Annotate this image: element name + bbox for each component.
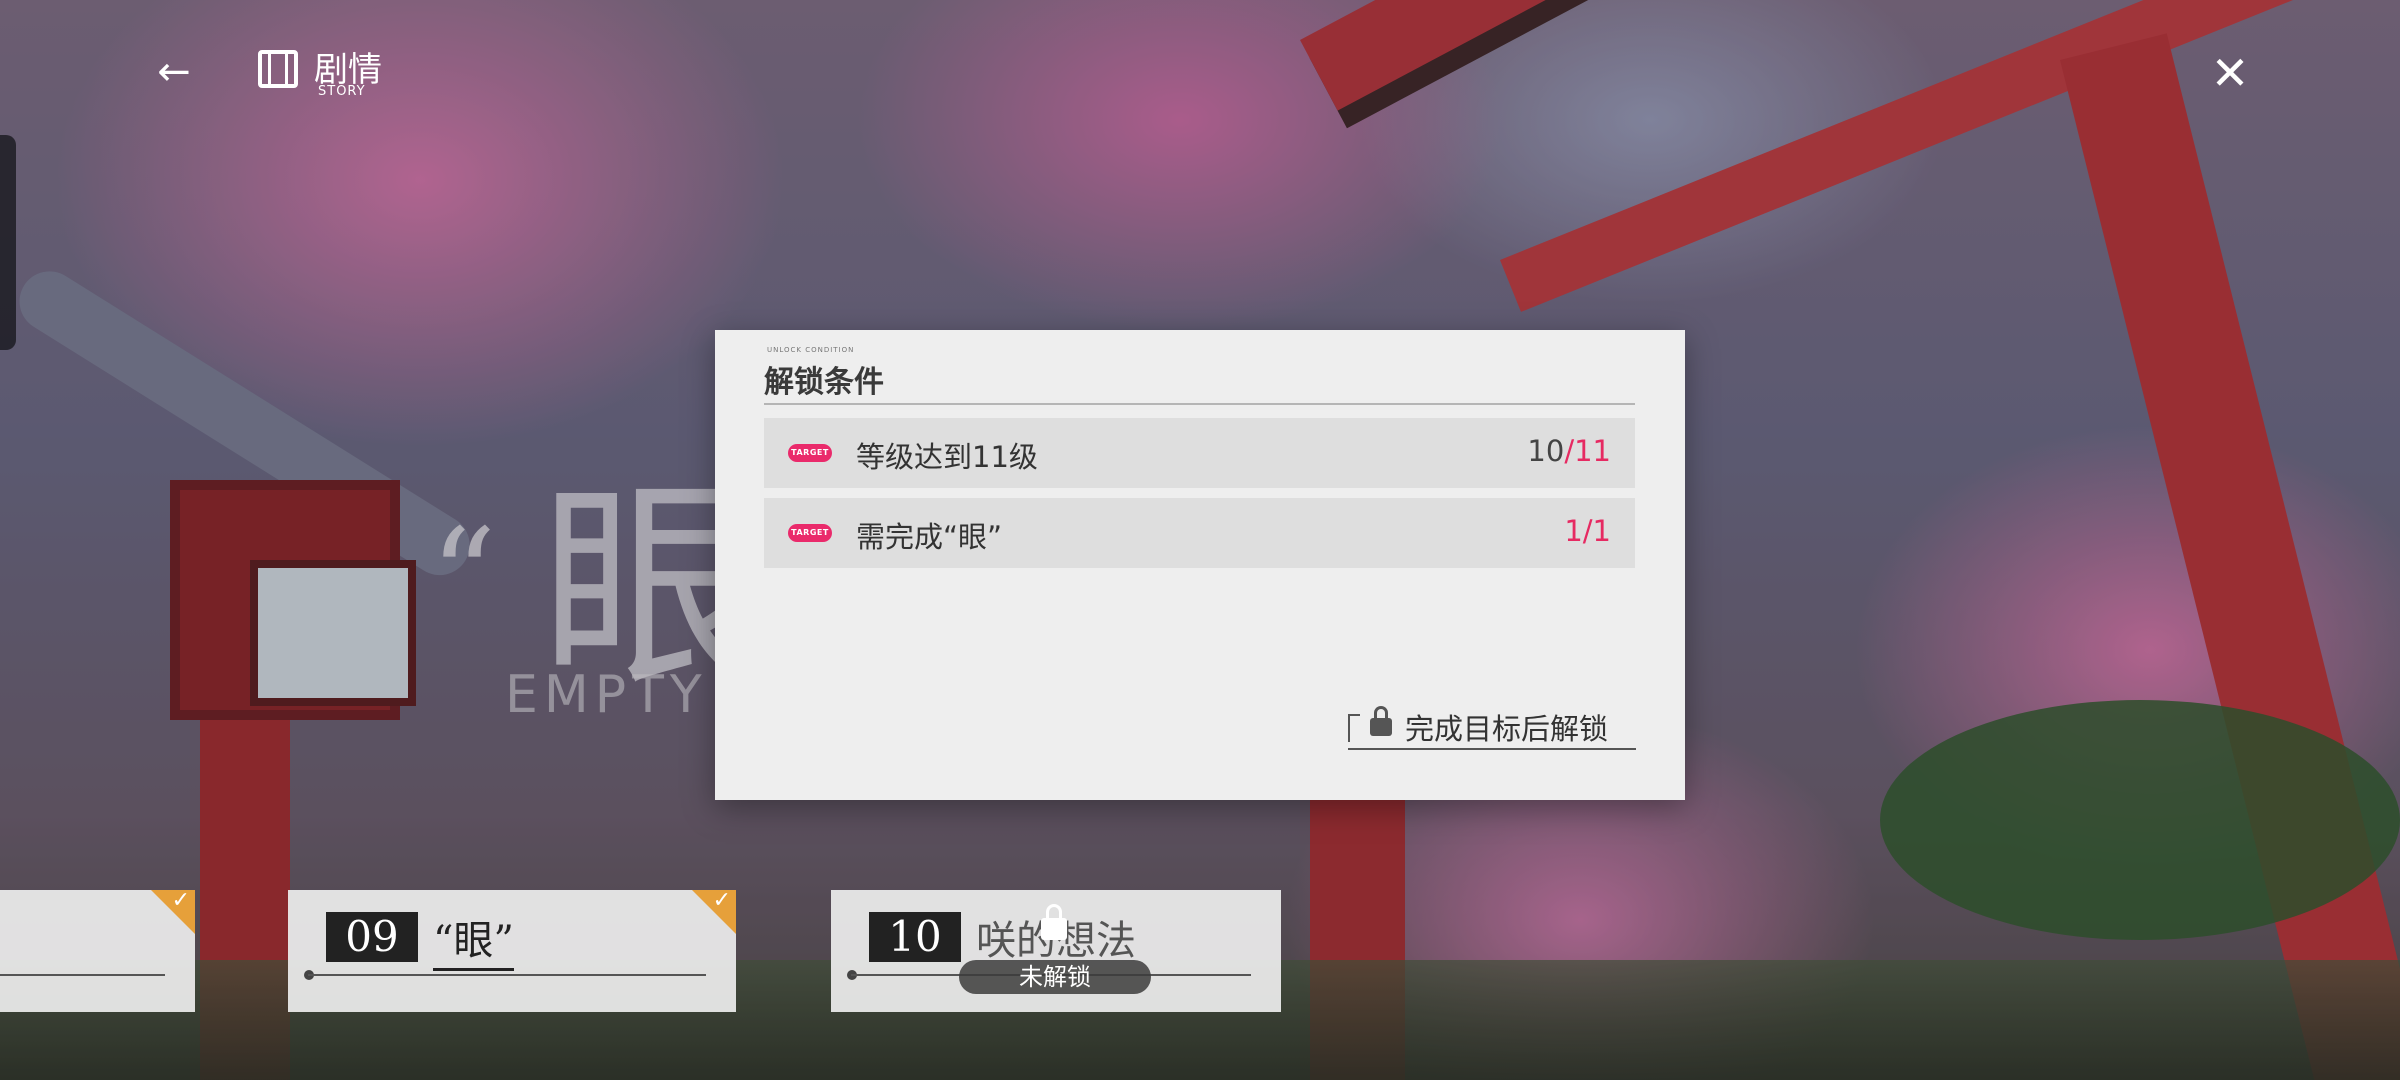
condition-row: TARGET 等级达到11级 10/11 [764, 418, 1635, 488]
lock-icon [1041, 904, 1067, 940]
progress-separator: / [1564, 434, 1575, 468]
page-subtitle: STORY [318, 84, 366, 99]
card-divider [0, 974, 165, 976]
condition-progress: 1/1 [1564, 514, 1611, 548]
film-strip-icon [258, 50, 298, 88]
chapter-number: 10 [869, 912, 961, 962]
side-drawer-handle[interactable] [0, 135, 16, 350]
check-icon: ✓ [712, 888, 731, 913]
check-icon: ✓ [171, 888, 190, 913]
unlock-button-label: 完成目标后解锁 [1405, 712, 1609, 746]
condition-label: 等级达到11级 [856, 440, 1038, 474]
dialog-divider [764, 403, 1635, 405]
unlock-conditions-dialog: UNLOCK CONDITION 解锁条件 TARGET 等级达到11级 10/… [715, 330, 1685, 800]
unlock-after-goals-button[interactable]: 完成目标后解锁 [1348, 700, 1636, 750]
progress-total: 11 [1574, 434, 1611, 468]
target-badge: TARGET [788, 524, 832, 542]
condition-progress: 10/11 [1527, 434, 1611, 468]
condition-row: TARGET 需完成“眼” 1/1 [764, 498, 1635, 568]
progress-current: 1 [1564, 514, 1583, 548]
close-icon[interactable]: ✕ [2205, 48, 2255, 98]
chapter-title: “眼” [433, 908, 514, 971]
dialog-title: 解锁条件 [764, 365, 884, 400]
chapter-card-09[interactable]: ✓ 09 “眼” [288, 888, 736, 1012]
target-badge: TARGET [788, 444, 832, 462]
locked-badge: 未解锁 [959, 960, 1151, 994]
progress-separator: / [1582, 514, 1593, 548]
card-divider [308, 974, 706, 976]
dialog-caption: UNLOCK CONDITION [767, 346, 855, 354]
button-bracket [1348, 714, 1360, 742]
progress-current: 10 [1527, 434, 1565, 468]
back-arrow-icon[interactable]: ← [150, 48, 198, 96]
condition-label: 需完成“眼” [856, 520, 1003, 554]
progress-total: 1 [1592, 514, 1611, 548]
chapter-card-10[interactable]: 10 咲的想法 未解锁 [831, 890, 1281, 1012]
chapter-card-08[interactable]: ✓ [0, 888, 195, 1012]
chapter-number: 09 [326, 912, 418, 962]
lock-icon [1370, 706, 1392, 736]
